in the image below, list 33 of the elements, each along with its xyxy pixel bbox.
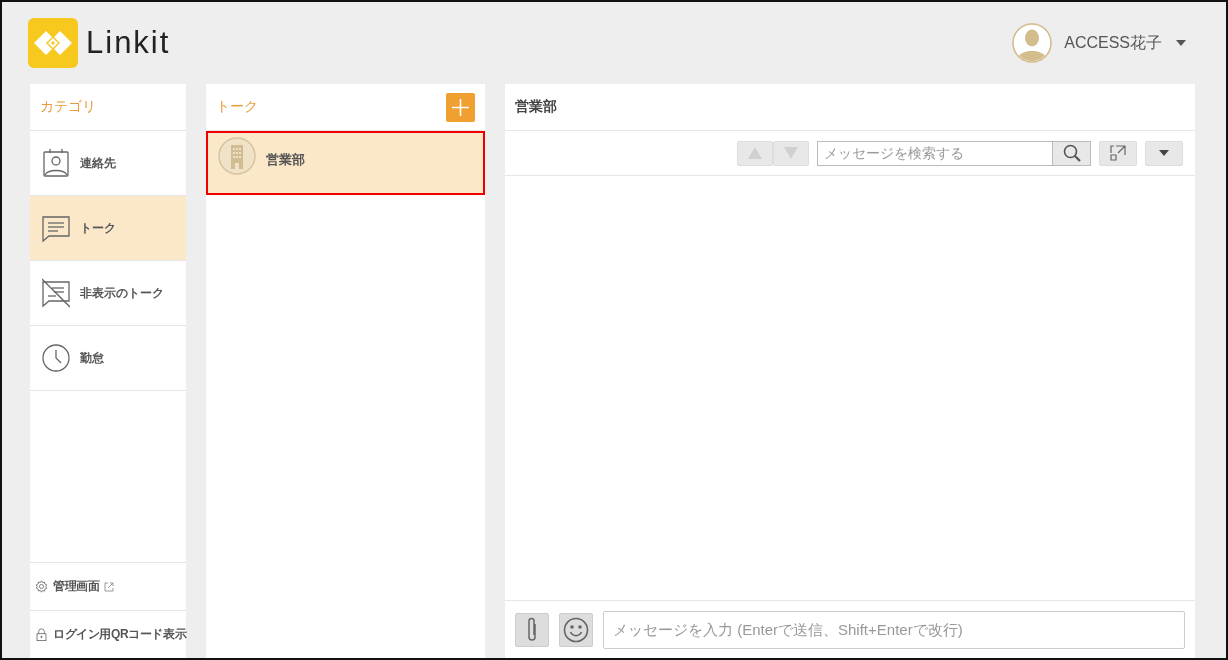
caret-icon: [1176, 40, 1186, 46]
clock-icon: [42, 343, 70, 373]
crossed-speech-bubble-icon: [42, 278, 70, 308]
speech-bubble-icon: [42, 213, 70, 243]
up-triangle-icon: [748, 147, 762, 159]
search-field[interactable]: メッセージを検索する: [817, 140, 1053, 166]
paperclip-icon: [525, 616, 539, 643]
external-link-icon: [104, 581, 115, 592]
logo-icon: [28, 18, 78, 68]
chat-title: 営業部: [515, 98, 557, 116]
expand-icon: [1110, 145, 1126, 161]
logo-text: Linkit: [86, 25, 171, 61]
avatar-icon: [1012, 23, 1053, 63]
talk-item[interactable]: 営業部: [206, 131, 485, 195]
search-button[interactable]: [1053, 140, 1091, 166]
lock-icon: [35, 628, 48, 641]
category-item[interactable]: トーク: [30, 196, 186, 261]
panel-title: カテゴリ: [40, 98, 96, 116]
dropdown-button[interactable]: [1145, 140, 1183, 166]
expand-button[interactable]: [1099, 140, 1137, 166]
attach-button[interactable]: [515, 612, 549, 647]
caret-icon: [1159, 150, 1169, 156]
emoji-button[interactable]: [559, 612, 593, 647]
search-icon: [1062, 144, 1081, 162]
contact-card-icon: [42, 148, 70, 178]
plus-icon: [452, 98, 469, 116]
building-avatar-icon: [218, 137, 256, 175]
smiley-icon: [563, 616, 589, 643]
message-input[interactable]: メッセージを入力 (Enterで送信、Shift+Enterで改行): [603, 610, 1185, 649]
user-menu[interactable]: ACCESS花子: [1012, 23, 1186, 63]
down-triangle-icon: [784, 147, 798, 159]
settings-icon: [35, 580, 48, 593]
panel-title: トーク: [216, 98, 258, 116]
